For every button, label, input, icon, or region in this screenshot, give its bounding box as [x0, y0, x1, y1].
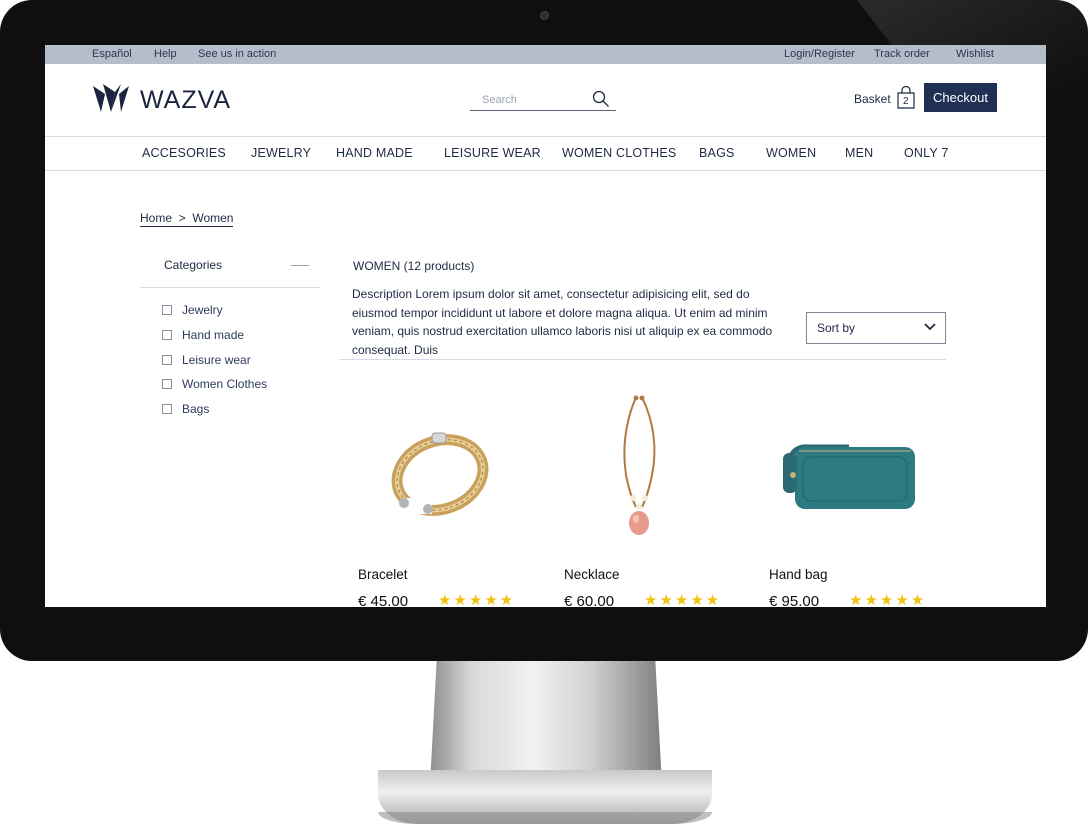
category-label: Women Clothes [182, 377, 268, 391]
nav-item-jewelry[interactable]: JEWELRY [251, 146, 311, 160]
logo-wordmark[interactable]: WAZVA [140, 86, 231, 115]
checkout-button[interactable]: Checkout [924, 83, 997, 112]
chevron-down-icon [924, 323, 936, 331]
bracelet-image[interactable] [358, 395, 543, 550]
product-name[interactable]: Hand bag [769, 567, 828, 582]
rating-stars: ★★★★★ [644, 592, 722, 607]
logo-icon[interactable] [91, 84, 131, 114]
nav-item-accesories[interactable]: ACCESORIES [142, 146, 226, 160]
checkbox[interactable] [162, 304, 172, 315]
product-card[interactable]: Bracelet € 45.00 ★★★★★ [358, 395, 543, 607]
checkbox[interactable] [162, 329, 172, 340]
sort-dropdown[interactable]: Sort by [806, 312, 946, 344]
nav-item-women[interactable]: WOMEN [766, 146, 816, 160]
category-label: Jewelry [182, 303, 223, 317]
nav-item-only-7[interactable]: ONLY 7 [904, 146, 949, 160]
checkbox[interactable] [162, 354, 172, 365]
wishlist-link[interactable]: Wishlist [956, 48, 994, 60]
category-label: Leisure wear [182, 353, 251, 367]
product-price: € 95.00 [769, 593, 820, 607]
nav-item-leisure-wear[interactable]: LEISURE WEAR [444, 146, 541, 160]
monitor-bezel: Español Help See us in action Login/Regi… [0, 0, 1088, 661]
category-label: Bags [182, 402, 210, 416]
track-order-link[interactable]: Track order [874, 48, 930, 60]
monitor-stand-neck [430, 655, 662, 785]
category-filter-hand-made[interactable]: Hand made [162, 328, 244, 342]
screen: Español Help See us in action Login/Regi… [45, 45, 1046, 607]
product-card[interactable]: Necklace € 60.00 ★★★★★ [564, 395, 749, 607]
category-filter-jewelry[interactable]: Jewelry [162, 303, 223, 317]
search-box[interactable] [470, 90, 616, 111]
checkbox[interactable] [162, 403, 172, 414]
login-register-link[interactable]: Login/Register [784, 48, 855, 60]
nav-item-hand-made[interactable]: HAND MADE [336, 146, 413, 160]
divider [140, 287, 320, 288]
page-title: WOMEN (12 products) [353, 259, 475, 273]
category-filter-bags[interactable]: Bags [162, 402, 209, 416]
see-us-link[interactable]: See us in action [198, 48, 276, 60]
category-label: Hand made [182, 328, 245, 342]
necklace-image[interactable] [564, 395, 749, 550]
product-name[interactable]: Bracelet [358, 567, 408, 582]
breadcrumb[interactable]: Home > Women [140, 211, 234, 227]
collapse-icon[interactable] [291, 265, 309, 266]
sort-label: Sort by [817, 321, 856, 335]
language-link[interactable]: Español [92, 48, 132, 60]
categories-title: Categories [164, 258, 223, 272]
product-price: € 60.00 [564, 593, 615, 607]
category-filter-leisure-wear[interactable]: Leisure wear [162, 353, 251, 367]
help-link[interactable]: Help [154, 48, 177, 60]
top-utility-bar: Español Help See us in action Login/Regi… [45, 45, 1046, 64]
checkbox[interactable] [162, 378, 172, 389]
basket-count-badge: 2 [903, 96, 909, 107]
divider [339, 359, 946, 360]
rating-stars: ★★★★★ [438, 592, 516, 607]
nav-item-bags[interactable]: BAGS [699, 146, 735, 160]
category-filter-women-clothes[interactable]: Women Clothes [162, 377, 267, 391]
handbag-image[interactable] [769, 395, 954, 550]
site-header: WAZVA Basket 2 Checkout [45, 64, 1046, 137]
product-card[interactable]: Hand bag € 95.00 ★★★★★ [769, 395, 954, 607]
search-input[interactable] [470, 90, 590, 106]
basket-label[interactable]: Basket [854, 92, 891, 106]
camera-icon [540, 11, 549, 20]
product-price: € 45.00 [358, 593, 409, 607]
product-name[interactable]: Necklace [564, 567, 620, 582]
category-description: Description Lorem ipsum dolor sit amet, … [352, 287, 773, 357]
monitor-stand-shadow [378, 812, 712, 824]
category-nav: ACCESORIES JEWELRY HAND MADE LEISURE WEA… [45, 137, 1046, 171]
nav-item-men[interactable]: MEN [845, 146, 873, 160]
nav-item-women-clothes[interactable]: WOMEN CLOTHES [562, 146, 676, 160]
search-icon[interactable] [592, 90, 610, 108]
rating-stars: ★★★★★ [849, 592, 927, 607]
